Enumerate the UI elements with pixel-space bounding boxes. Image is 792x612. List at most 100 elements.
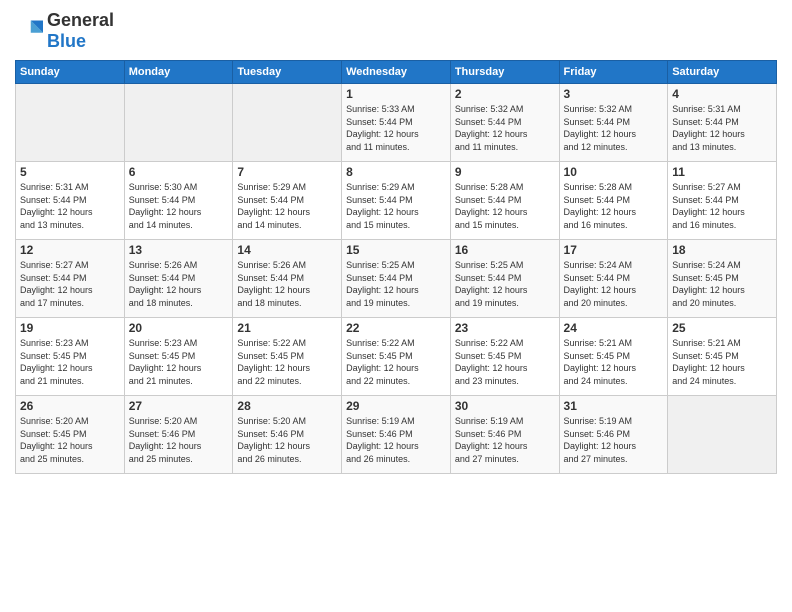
day-info: Sunrise: 5:25 AMSunset: 5:44 PMDaylight:…: [455, 259, 555, 309]
day-info: Sunrise: 5:22 AMSunset: 5:45 PMDaylight:…: [237, 337, 337, 387]
calendar-cell: 12 Sunrise: 5:27 AMSunset: 5:44 PMDayligh…: [16, 240, 125, 318]
day-number: 27: [129, 399, 229, 413]
day-info: Sunrise: 5:26 AMSunset: 5:44 PMDaylight:…: [129, 259, 229, 309]
day-info: Sunrise: 5:20 AMSunset: 5:46 PMDaylight:…: [129, 415, 229, 465]
calendar-cell: 24 Sunrise: 5:21 AMSunset: 5:45 PMDayligh…: [559, 318, 668, 396]
day-number: 25: [672, 321, 772, 335]
day-info: Sunrise: 5:29 AMSunset: 5:44 PMDaylight:…: [237, 181, 337, 231]
calendar-cell: 30 Sunrise: 5:19 AMSunset: 5:46 PMDayligh…: [450, 396, 559, 474]
logo-text: General Blue: [47, 10, 114, 52]
day-number: 31: [564, 399, 664, 413]
logo: General Blue: [15, 10, 114, 52]
calendar-week-row: 1 Sunrise: 5:33 AMSunset: 5:44 PMDaylight…: [16, 84, 777, 162]
day-number: 17: [564, 243, 664, 257]
calendar-cell: 19 Sunrise: 5:23 AMSunset: 5:45 PMDayligh…: [16, 318, 125, 396]
day-info: Sunrise: 5:30 AMSunset: 5:44 PMDaylight:…: [129, 181, 229, 231]
day-number: 10: [564, 165, 664, 179]
day-number: 18: [672, 243, 772, 257]
day-info: Sunrise: 5:20 AMSunset: 5:45 PMDaylight:…: [20, 415, 120, 465]
calendar-cell: [668, 396, 777, 474]
day-info: Sunrise: 5:19 AMSunset: 5:46 PMDaylight:…: [346, 415, 446, 465]
weekday-header: Wednesday: [342, 61, 451, 84]
day-number: 30: [455, 399, 555, 413]
calendar-cell: 20Sunrise: 5:23 AMSunset: 5:45 PMDayligh…: [124, 318, 233, 396]
calendar-cell: 23 Sunrise: 5:22 AMSunset: 5:45 PMDayligh…: [450, 318, 559, 396]
day-info: Sunrise: 5:32 AMSunset: 5:44 PMDaylight:…: [564, 103, 664, 153]
day-number: 12: [20, 243, 120, 257]
day-number: 24: [564, 321, 664, 335]
weekday-header: Saturday: [668, 61, 777, 84]
calendar-cell: 3 Sunrise: 5:32 AMSunset: 5:44 PMDaylight…: [559, 84, 668, 162]
day-info: Sunrise: 5:27 AMSunset: 5:44 PMDaylight:…: [672, 181, 772, 231]
day-number: 9: [455, 165, 555, 179]
calendar-cell: 1 Sunrise: 5:33 AMSunset: 5:44 PMDaylight…: [342, 84, 451, 162]
day-number: 8: [346, 165, 446, 179]
day-info: Sunrise: 5:19 AMSunset: 5:46 PMDaylight:…: [564, 415, 664, 465]
calendar-cell: 15 Sunrise: 5:25 AMSunset: 5:44 PMDayligh…: [342, 240, 451, 318]
day-number: 26: [20, 399, 120, 413]
logo-icon: [15, 17, 43, 45]
day-info: Sunrise: 5:23 AMSunset: 5:45 PMDaylight:…: [20, 337, 120, 387]
calendar-cell: 16Sunrise: 5:25 AMSunset: 5:44 PMDayligh…: [450, 240, 559, 318]
day-info: Sunrise: 5:26 AMSunset: 5:44 PMDaylight:…: [237, 259, 337, 309]
calendar-cell: 22 Sunrise: 5:22 AMSunset: 5:45 PMDayligh…: [342, 318, 451, 396]
calendar-cell: 7 Sunrise: 5:29 AMSunset: 5:44 PMDaylight…: [233, 162, 342, 240]
calendar-cell: 18 Sunrise: 5:24 AMSunset: 5:45 PMDayligh…: [668, 240, 777, 318]
day-info: Sunrise: 5:20 AMSunset: 5:46 PMDaylight:…: [237, 415, 337, 465]
weekday-header: Friday: [559, 61, 668, 84]
day-info: Sunrise: 5:31 AMSunset: 5:44 PMDaylight:…: [20, 181, 120, 231]
day-number: 3: [564, 87, 664, 101]
day-info: Sunrise: 5:28 AMSunset: 5:44 PMDaylight:…: [564, 181, 664, 231]
weekday-header: Monday: [124, 61, 233, 84]
day-number: 15: [346, 243, 446, 257]
weekday-header: Thursday: [450, 61, 559, 84]
day-number: 23: [455, 321, 555, 335]
weekday-header: Tuesday: [233, 61, 342, 84]
calendar-cell: [233, 84, 342, 162]
calendar-cell: 11 Sunrise: 5:27 AMSunset: 5:44 PMDayligh…: [668, 162, 777, 240]
day-info: Sunrise: 5:24 AMSunset: 5:45 PMDaylight:…: [672, 259, 772, 309]
day-number: 28: [237, 399, 337, 413]
calendar-week-row: 5 Sunrise: 5:31 AMSunset: 5:44 PMDaylight…: [16, 162, 777, 240]
day-info: Sunrise: 5:21 AMSunset: 5:45 PMDaylight:…: [564, 337, 664, 387]
calendar-table: SundayMondayTuesdayWednesdayThursdayFrid…: [15, 60, 777, 474]
day-number: 22: [346, 321, 446, 335]
calendar-cell: 10 Sunrise: 5:28 AMSunset: 5:44 PMDayligh…: [559, 162, 668, 240]
calendar-cell: 2Sunrise: 5:32 AMSunset: 5:44 PMDaylight…: [450, 84, 559, 162]
day-number: 14: [237, 243, 337, 257]
calendar-cell: [124, 84, 233, 162]
day-info: Sunrise: 5:28 AMSunset: 5:44 PMDaylight:…: [455, 181, 555, 231]
day-info: Sunrise: 5:27 AMSunset: 5:44 PMDaylight:…: [20, 259, 120, 309]
day-number: 6: [129, 165, 229, 179]
calendar-cell: 27 Sunrise: 5:20 AMSunset: 5:46 PMDayligh…: [124, 396, 233, 474]
day-number: 11: [672, 165, 772, 179]
day-info: Sunrise: 5:22 AMSunset: 5:45 PMDaylight:…: [455, 337, 555, 387]
day-number: 4: [672, 87, 772, 101]
calendar-cell: 9 Sunrise: 5:28 AMSunset: 5:44 PMDaylight…: [450, 162, 559, 240]
calendar-week-row: 12 Sunrise: 5:27 AMSunset: 5:44 PMDayligh…: [16, 240, 777, 318]
day-number: 2: [455, 87, 555, 101]
calendar-cell: 29 Sunrise: 5:19 AMSunset: 5:46 PMDayligh…: [342, 396, 451, 474]
day-number: 21: [237, 321, 337, 335]
calendar-cell: 28 Sunrise: 5:20 AMSunset: 5:46 PMDayligh…: [233, 396, 342, 474]
day-number: 7: [237, 165, 337, 179]
day-number: 19: [20, 321, 120, 335]
day-info: Sunrise: 5:33 AMSunset: 5:44 PMDaylight:…: [346, 103, 446, 153]
calendar-cell: 13Sunrise: 5:26 AMSunset: 5:44 PMDayligh…: [124, 240, 233, 318]
page: General Blue SundayMondayTuesdayWednesda…: [0, 0, 792, 612]
calendar-cell: 17Sunrise: 5:24 AMSunset: 5:44 PMDayligh…: [559, 240, 668, 318]
day-info: Sunrise: 5:22 AMSunset: 5:45 PMDaylight:…: [346, 337, 446, 387]
calendar-cell: 6 Sunrise: 5:30 AMSunset: 5:44 PMDaylight…: [124, 162, 233, 240]
day-info: Sunrise: 5:23 AMSunset: 5:45 PMDaylight:…: [129, 337, 229, 387]
day-info: Sunrise: 5:21 AMSunset: 5:45 PMDaylight:…: [672, 337, 772, 387]
calendar-cell: 26 Sunrise: 5:20 AMSunset: 5:45 PMDayligh…: [16, 396, 125, 474]
weekday-header: Sunday: [16, 61, 125, 84]
day-info: Sunrise: 5:25 AMSunset: 5:44 PMDaylight:…: [346, 259, 446, 309]
day-number: 5: [20, 165, 120, 179]
calendar-cell: 31 Sunrise: 5:19 AMSunset: 5:46 PMDayligh…: [559, 396, 668, 474]
day-number: 29: [346, 399, 446, 413]
calendar-week-row: 26 Sunrise: 5:20 AMSunset: 5:45 PMDayligh…: [16, 396, 777, 474]
calendar-cell: 14 Sunrise: 5:26 AMSunset: 5:44 PMDayligh…: [233, 240, 342, 318]
day-number: 1: [346, 87, 446, 101]
day-info: Sunrise: 5:19 AMSunset: 5:46 PMDaylight:…: [455, 415, 555, 465]
